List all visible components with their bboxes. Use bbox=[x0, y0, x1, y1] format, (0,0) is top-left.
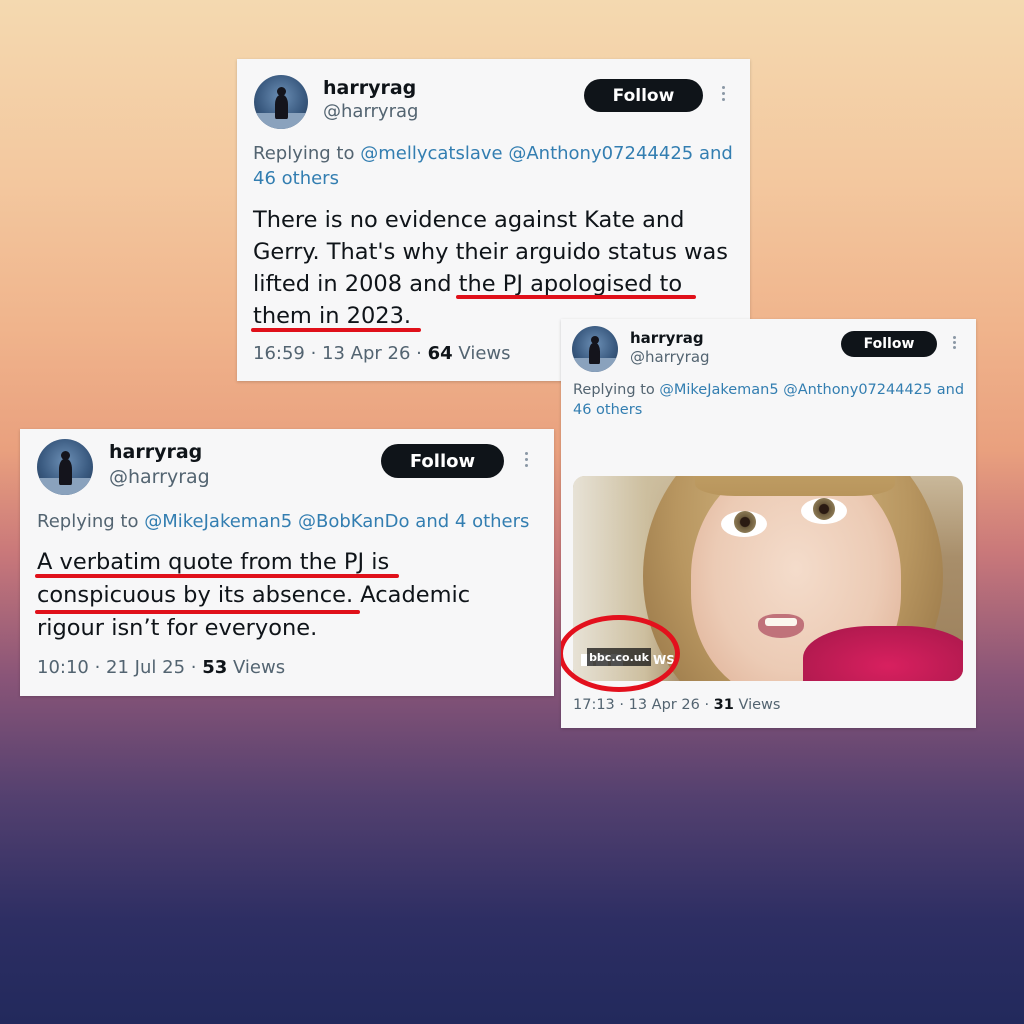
red-circle-annotation bbox=[561, 615, 680, 692]
tweet-time[interactable]: 17:13 bbox=[573, 697, 615, 713]
tweet-meta: 16:59 · 13 Apr 26 · 64 Views bbox=[253, 343, 511, 364]
tweet-text: A verbatim quote from the PJ is conspicu… bbox=[37, 546, 470, 645]
reply-prefix: Replying to bbox=[573, 382, 655, 398]
tweet-card-3: harryrag @harryrag Follow Replying to @M… bbox=[561, 319, 976, 728]
display-name[interactable]: harryrag bbox=[630, 329, 704, 347]
follow-button[interactable]: Follow bbox=[584, 79, 703, 112]
more-dots-icon[interactable] bbox=[719, 86, 727, 104]
avatar[interactable] bbox=[572, 326, 618, 372]
red-underline bbox=[35, 610, 360, 614]
mention-link[interactable]: @Anthony07244425 bbox=[508, 143, 693, 164]
views-count: 64 bbox=[427, 343, 453, 364]
tweet-text-line: There is no evidence against Kate and bbox=[253, 207, 685, 233]
user-handle[interactable]: @harryrag bbox=[323, 101, 418, 122]
tweet-text-line: rigour isn’t for everyone. bbox=[37, 615, 318, 641]
tweet-time[interactable]: 10:10 bbox=[37, 657, 89, 678]
mention-link[interactable]: @mellycatslave bbox=[360, 143, 502, 164]
reply-context: Replying to @MikeJakeman5 @BobKanDo and … bbox=[37, 509, 554, 534]
tweet-text: There is no evidence against Kate and Ge… bbox=[253, 204, 728, 332]
user-handle[interactable]: @harryrag bbox=[630, 348, 710, 366]
mention-link[interactable]: @Anthony07244425 bbox=[783, 382, 932, 398]
more-dots-icon[interactable] bbox=[522, 452, 530, 470]
others-link[interactable]: 46 others bbox=[253, 168, 339, 189]
others-link[interactable]: 46 others bbox=[573, 402, 642, 418]
tweet-text-line: Gerry. That's why their arguido status w… bbox=[253, 239, 729, 265]
tweet-date[interactable]: 13 Apr 26 bbox=[322, 343, 410, 364]
tweet-text-line: conspicuous by its absence. Academic bbox=[37, 582, 471, 608]
tweet-date[interactable]: 13 Apr 26 bbox=[629, 697, 700, 713]
mention-link[interactable]: @BobKanDo bbox=[298, 511, 410, 532]
reply-and: and bbox=[698, 143, 733, 164]
reply-prefix: Replying to bbox=[37, 511, 139, 532]
tweet-meta: 10:10 · 21 Jul 25 · 53 Views bbox=[37, 657, 286, 678]
avatar[interactable] bbox=[37, 439, 93, 495]
views-count: 53 bbox=[202, 657, 228, 678]
others-link[interactable]: 4 others bbox=[455, 511, 530, 532]
views-label: Views bbox=[738, 697, 781, 713]
follow-button[interactable]: Follow bbox=[841, 331, 937, 357]
mention-link[interactable]: @MikeJakeman5 bbox=[144, 511, 292, 532]
tweet-card-2: harryrag @harryrag Follow Replying to @M… bbox=[20, 429, 554, 696]
red-underline bbox=[35, 574, 399, 578]
user-handle[interactable]: @harryrag bbox=[109, 466, 210, 488]
tweet-time[interactable]: 16:59 bbox=[253, 343, 305, 364]
follow-button[interactable]: Follow bbox=[381, 444, 504, 478]
views-count: 31 bbox=[713, 697, 734, 713]
display-name[interactable]: harryrag bbox=[109, 441, 202, 463]
mention-link[interactable]: @MikeJakeman5 bbox=[659, 382, 778, 398]
reply-and: and bbox=[936, 382, 965, 398]
views-label: Views bbox=[458, 343, 511, 364]
display-name[interactable]: harryrag bbox=[323, 77, 416, 99]
reply-context: Replying to @mellycatslave @Anthony07244… bbox=[253, 141, 743, 191]
reply-context: Replying to @MikeJakeman5 @Anthony072444… bbox=[573, 380, 976, 421]
views-label: Views bbox=[233, 657, 286, 678]
more-dots-icon[interactable] bbox=[951, 336, 957, 350]
reply-prefix: Replying to bbox=[253, 143, 355, 164]
tweet-meta: 17:13 · 13 Apr 26 · 31 Views bbox=[573, 697, 781, 713]
reply-and: and bbox=[415, 511, 450, 532]
avatar[interactable] bbox=[254, 75, 308, 129]
red-underline bbox=[251, 328, 421, 332]
tweet-date[interactable]: 21 Jul 25 bbox=[106, 657, 185, 678]
red-underline bbox=[456, 295, 696, 299]
